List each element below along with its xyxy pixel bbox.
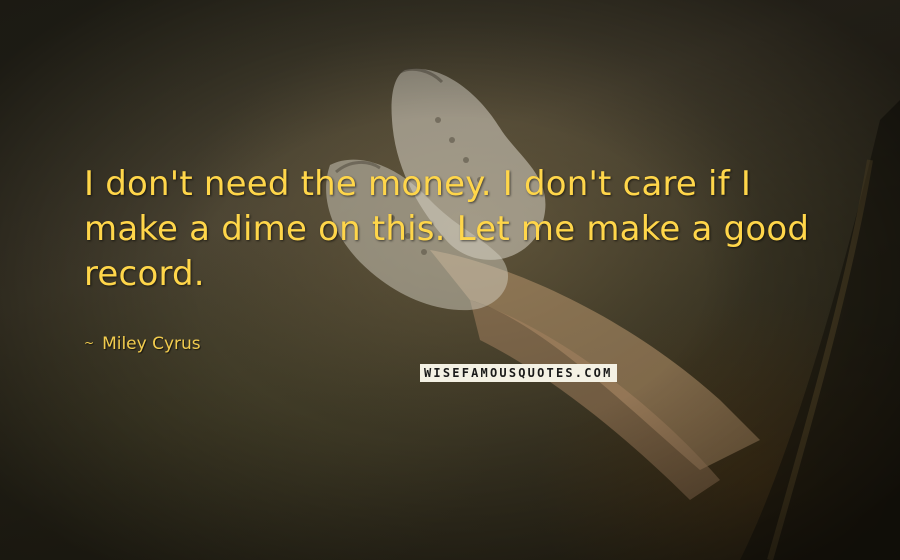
site-watermark: WISEFAMOUSQUOTES.COM xyxy=(420,364,617,382)
quote-author: ~ Miley Cyrus xyxy=(84,334,201,354)
quote-text: I don't need the money. I don't care if … xyxy=(84,164,810,294)
author-prefix: ~ xyxy=(84,336,95,350)
quote-image: I don't need the money. I don't care if … xyxy=(0,0,900,560)
author-name: Miley Cyrus xyxy=(102,334,201,354)
